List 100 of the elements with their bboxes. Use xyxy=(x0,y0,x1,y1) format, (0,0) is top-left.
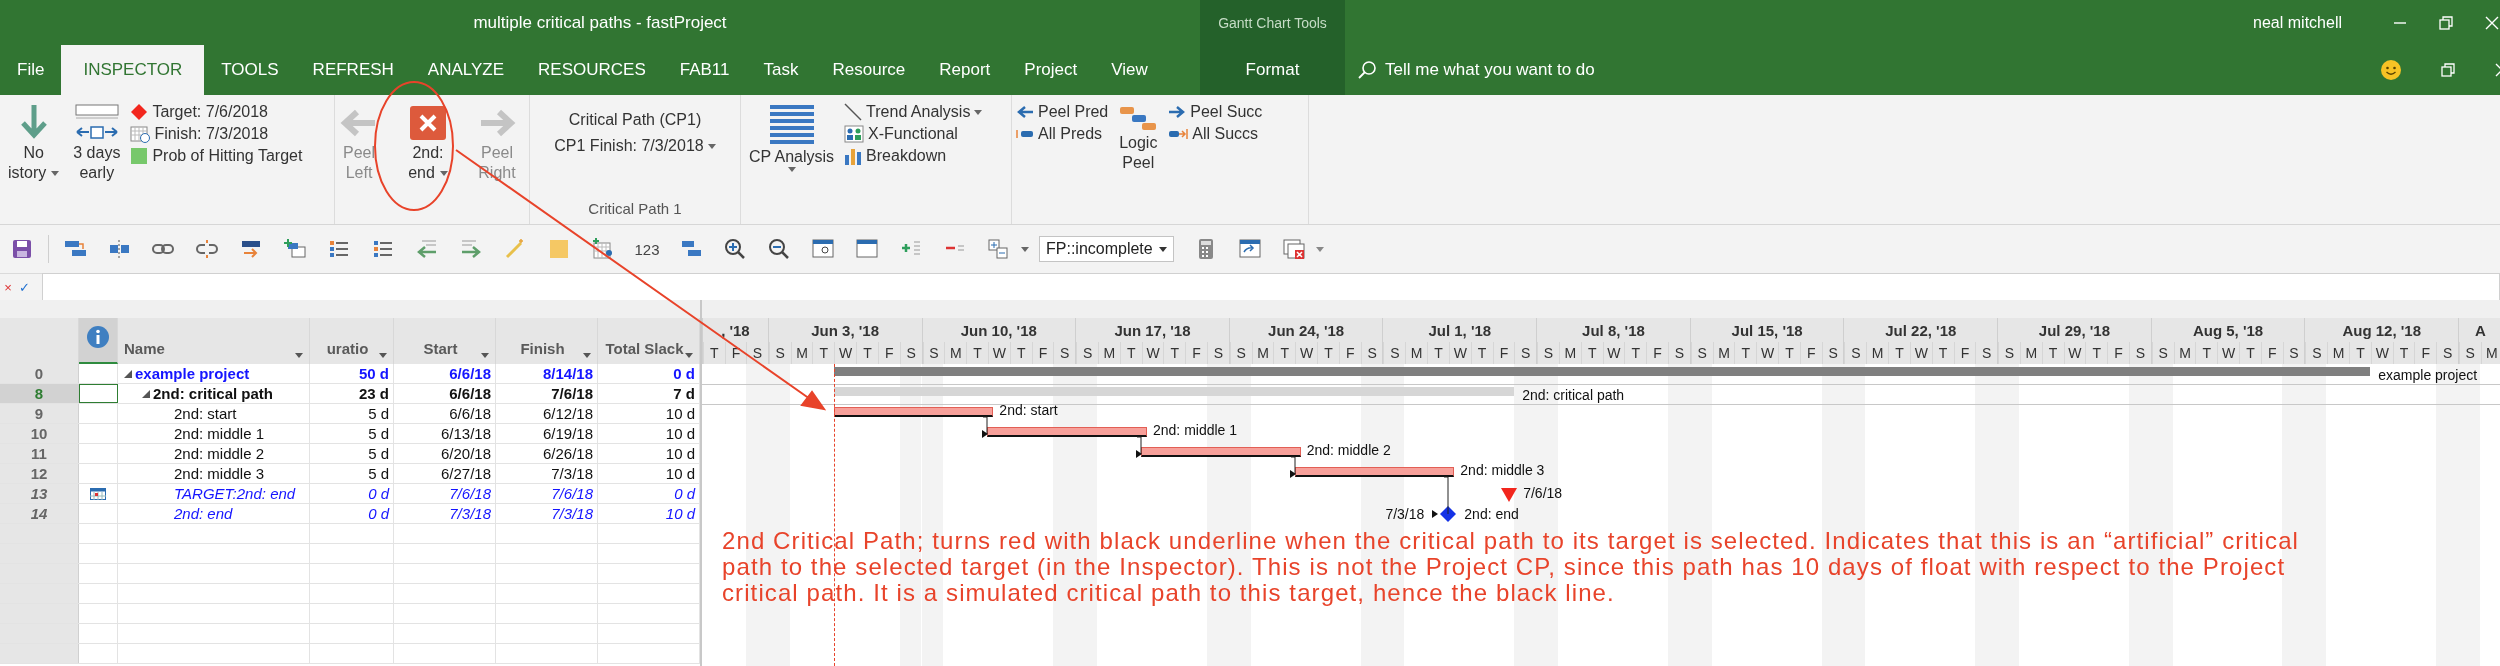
column-header[interactable]: Finish xyxy=(496,318,598,364)
zoom-out-icon[interactable] xyxy=(768,238,790,260)
day-letter: M xyxy=(949,345,962,361)
analysis-button[interactable]: X-Functional xyxy=(844,125,983,143)
row-header-cell[interactable] xyxy=(0,644,79,663)
tell-me-field[interactable]: Tell me what you want to do xyxy=(1385,60,1685,80)
restore-icon[interactable] xyxy=(2440,62,2456,78)
list-icon[interactable] xyxy=(328,238,350,260)
ribbon-tab[interactable]: INSPECTOR xyxy=(61,45,205,95)
week-label: Jul 22, '18 xyxy=(1885,321,1957,339)
week-label: Aug 5, '18 xyxy=(2192,321,2264,339)
ribbon-tab[interactable]: REFRESH xyxy=(295,45,411,95)
day-letter: W xyxy=(2375,345,2389,361)
ribbon-tab[interactable]: Format xyxy=(1200,45,1345,95)
broken-link-icon[interactable] xyxy=(196,238,218,260)
cp-analysis-button[interactable]: CP Analysis xyxy=(745,101,839,200)
row-number[interactable]: 14 xyxy=(0,504,79,523)
ribbon-tab[interactable]: Task xyxy=(746,45,816,95)
ribbon-tab[interactable]: ANALYZE xyxy=(410,45,522,95)
ribbon-tab[interactable]: RESOURCES xyxy=(521,45,663,95)
day-letter: M xyxy=(1103,345,1116,361)
zoom-in-icon[interactable] xyxy=(724,238,746,260)
logic-peel-button[interactable]: Logic Peel xyxy=(1114,101,1163,200)
week-label: , '18 xyxy=(721,321,750,339)
row-number[interactable]: 12 xyxy=(0,464,79,483)
info-icon[interactable] xyxy=(86,325,110,349)
indicator-cell[interactable] xyxy=(79,384,118,403)
left-arrow-icon[interactable] xyxy=(416,238,438,260)
ribbon-tab[interactable]: FAB11 xyxy=(662,45,747,95)
day-letter: T xyxy=(2399,345,2409,361)
row-number[interactable]: 0 xyxy=(0,364,79,383)
day-letter: W xyxy=(2068,345,2082,361)
week-label: Jul 29, '18 xyxy=(2038,321,2110,339)
day-letter: T xyxy=(973,345,982,361)
outline-icon[interactable] xyxy=(988,238,1010,260)
restore-icon[interactable] xyxy=(2438,14,2454,31)
entry-field[interactable] xyxy=(42,273,2500,301)
day-letter: T xyxy=(2202,345,2212,361)
window-icon[interactable] xyxy=(856,238,878,260)
day-letter: F xyxy=(1653,345,1662,361)
day-letter: S xyxy=(2443,345,2453,361)
enter-button[interactable]: ✓ xyxy=(16,279,32,295)
number-format-button[interactable]: 123 xyxy=(634,240,660,258)
peel-link-button[interactable]: All Preds xyxy=(1016,125,1109,143)
day-letter: M xyxy=(2485,345,2498,361)
table-cell: 5 d xyxy=(310,464,394,483)
day-letter: S xyxy=(929,345,939,361)
day-letter: M xyxy=(1410,345,1423,361)
early-button[interactable]: 3 days early xyxy=(69,101,125,200)
save-icon[interactable] xyxy=(12,239,32,259)
list-icon[interactable] xyxy=(372,238,394,260)
row-number[interactable]: 8 xyxy=(0,384,79,403)
analysis-button[interactable]: Breakdown xyxy=(844,147,983,165)
day-letter: T xyxy=(1631,345,1641,361)
right-arrow-icon[interactable] xyxy=(460,238,482,260)
day-letter: T xyxy=(1280,345,1290,361)
filter-dropdown[interactable]: FP::incomplete xyxy=(1039,236,1174,262)
collapse-triangle-icon[interactable] xyxy=(142,389,150,398)
close-icon[interactable] xyxy=(2484,14,2500,31)
bar-arrow-icon[interactable] xyxy=(240,238,262,260)
window-close-icon[interactable] xyxy=(1282,238,1305,260)
cp-finish-dropdown[interactable]: CP1 Finish: 7/3/2018 xyxy=(554,137,716,155)
column-header[interactable]: Name xyxy=(118,318,310,364)
caret-icon xyxy=(1158,246,1167,252)
ribbon-tab[interactable]: TOOLS xyxy=(204,45,296,95)
day-letter: S xyxy=(2312,345,2322,361)
search-icon[interactable] xyxy=(1357,60,1377,80)
ribbon-tab[interactable]: Report xyxy=(922,45,1008,95)
window-search-icon[interactable] xyxy=(812,238,834,260)
link-arrow xyxy=(1289,456,1296,478)
week-label: Jul 15, '18 xyxy=(1731,321,1803,339)
row-number[interactable]: 9 xyxy=(0,404,79,423)
day-letter: S xyxy=(1236,345,1246,361)
collapse-triangle-icon[interactable] xyxy=(124,369,132,378)
row-number[interactable]: 13 xyxy=(0,484,79,503)
ribbon-tab[interactable]: Project xyxy=(1007,45,1095,95)
target-triangle-icon xyxy=(1501,488,1518,502)
ribbon-tab[interactable]: View xyxy=(1094,45,1165,95)
ribbon-tab[interactable]: File xyxy=(0,45,62,95)
day-letter: M xyxy=(2025,345,2038,361)
history-button[interactable]: No istory xyxy=(4,101,64,200)
peel-link-button[interactable]: Peel Succ xyxy=(1168,103,1263,121)
split-link-icon[interactable] xyxy=(108,238,130,260)
smiley-icon[interactable] xyxy=(2380,59,2402,81)
analysis-button[interactable]: Trend Analysis xyxy=(844,103,983,121)
peel-link-button[interactable]: Peel Pred xyxy=(1016,103,1109,121)
peel-link-button[interactable]: All Succs xyxy=(1168,125,1263,143)
table-cell: 6/27/18 xyxy=(394,464,496,483)
row-number[interactable]: 10 xyxy=(0,424,79,443)
peel-button[interactable]: 2nd: end xyxy=(404,101,452,200)
column-header[interactable]: uratio xyxy=(310,318,394,364)
lines-icon xyxy=(767,103,816,147)
cancel-button[interactable]: × xyxy=(0,279,16,295)
column-header[interactable]: Start xyxy=(394,318,496,364)
ribbon-tab[interactable]: Resource xyxy=(815,45,923,95)
row-number[interactable]: 11 xyxy=(0,444,79,463)
day-letter: M xyxy=(1718,345,1730,361)
day-letter: M xyxy=(2179,345,2191,361)
day-letter: T xyxy=(1785,345,1794,361)
add-box-icon[interactable] xyxy=(284,238,306,260)
